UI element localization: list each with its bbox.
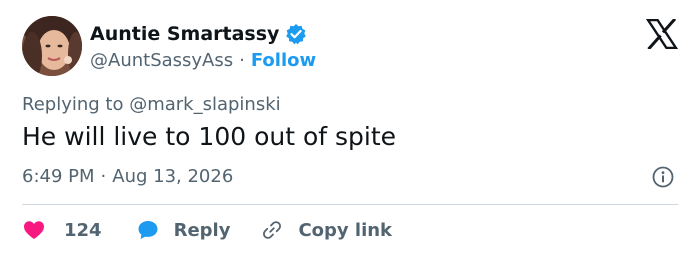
replying-to[interactable]: Replying to @mark_slapinski bbox=[22, 94, 281, 115]
copy-link-label: Copy link bbox=[298, 219, 393, 241]
action-bar: 124 Reply Copy link bbox=[22, 216, 392, 244]
handle-row: @AuntSassyAss · Follow bbox=[90, 48, 316, 72]
avatar[interactable] bbox=[22, 16, 82, 76]
reply-button[interactable]: Reply bbox=[136, 218, 231, 242]
separator-dot: · bbox=[100, 166, 107, 187]
link-icon bbox=[260, 218, 284, 242]
author-name-row: Auntie Smartassy bbox=[90, 22, 307, 46]
info-icon[interactable] bbox=[652, 166, 674, 188]
tweet-time[interactable]: 6:49 PM bbox=[22, 166, 95, 187]
copy-link-button[interactable]: Copy link bbox=[260, 218, 392, 242]
follow-button[interactable]: Follow bbox=[251, 50, 316, 71]
tweet-timestamp[interactable]: 6:49 PM · Aug 13, 2026 bbox=[22, 166, 233, 187]
tweet-card: Auntie Smartassy @AuntSassyAss · Follow … bbox=[0, 0, 700, 256]
tweet-date[interactable]: Aug 13, 2026 bbox=[112, 166, 233, 187]
tweet-text: He will live to 100 out of spite bbox=[22, 122, 397, 151]
separator-dot: · bbox=[239, 49, 245, 71]
like-count: 124 bbox=[64, 219, 102, 241]
x-logo-icon[interactable] bbox=[645, 17, 679, 51]
reply-label: Reply bbox=[173, 219, 231, 241]
divider bbox=[22, 204, 678, 205]
display-name[interactable]: Auntie Smartassy bbox=[90, 23, 279, 45]
heart-icon bbox=[22, 218, 46, 242]
speech-bubble-icon bbox=[136, 218, 160, 242]
verified-badge-icon bbox=[285, 23, 307, 45]
like-button[interactable]: 124 bbox=[22, 218, 102, 242]
author-handle[interactable]: @AuntSassyAss bbox=[90, 50, 233, 71]
